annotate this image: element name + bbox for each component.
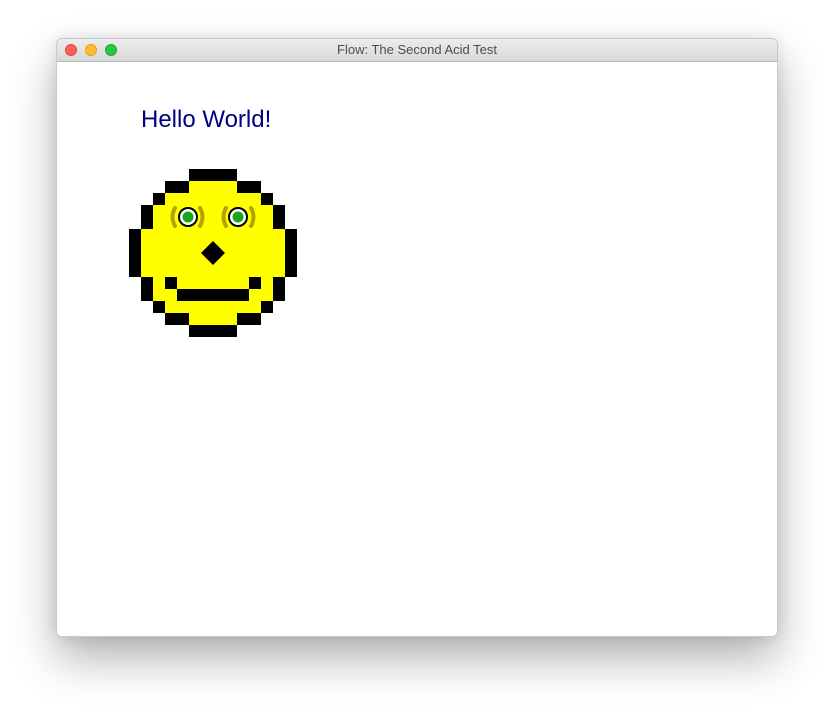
page-content: Hello World! (57, 62, 777, 636)
title-bar[interactable]: Flow: The Second Acid Test (57, 39, 777, 62)
hello-heading: Hello World! (141, 106, 272, 133)
right-eye (228, 207, 248, 227)
smiley-face-icon (129, 169, 297, 337)
app-window: Flow: The Second Acid Test Hello World! (56, 38, 778, 637)
window-title: Flow: The Second Acid Test (337, 42, 497, 57)
left-eye (178, 207, 198, 227)
